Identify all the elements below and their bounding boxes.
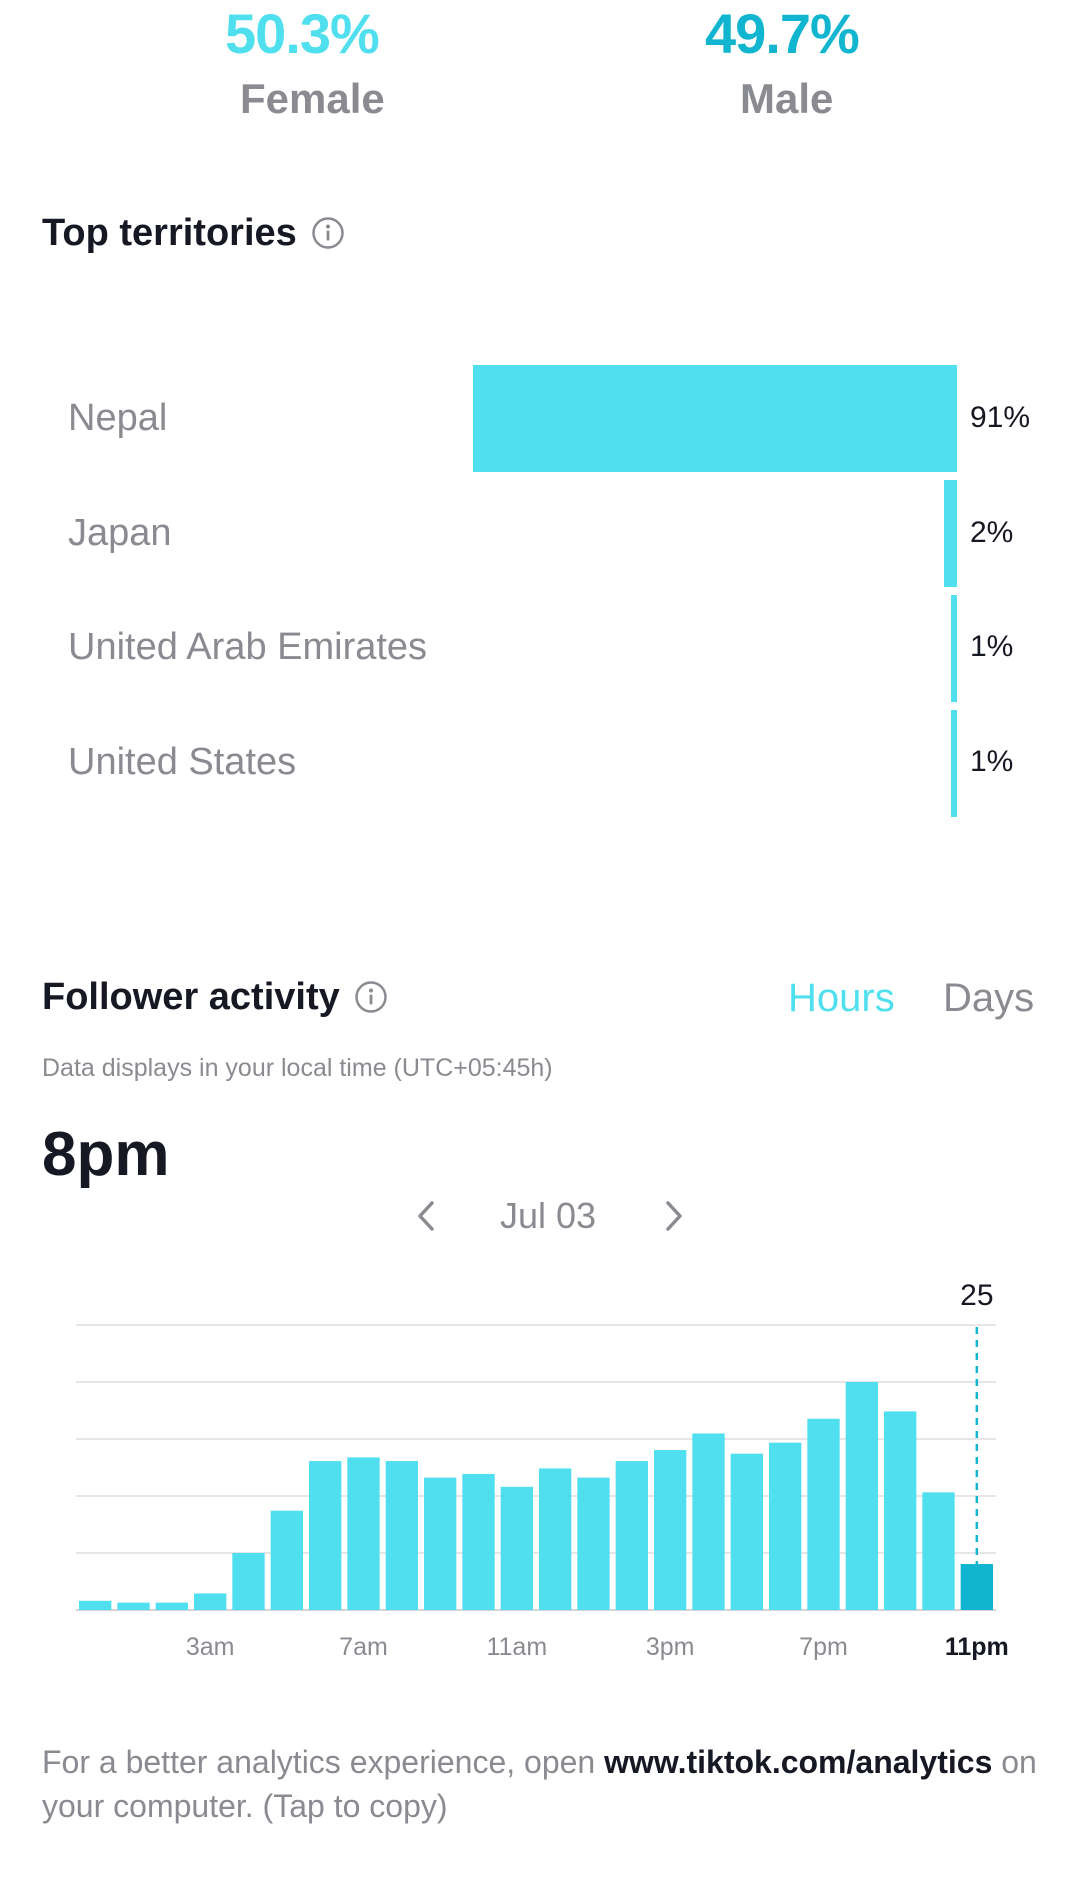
territory-bar [944,480,957,587]
days-toggle[interactable]: Days [943,978,1034,1018]
chart-bar [960,1564,993,1610]
territory-name: Nepal [68,397,168,439]
peak-hour: 8pm [42,1120,170,1189]
chart-bar [807,1418,840,1610]
territory-name: United Arab Emirates [68,626,428,668]
follower-activity-chart: 25 3am 7am 11am 3pm 7pm 11pm [76,1279,1009,1661]
chart-bar [462,1473,495,1610]
male-label: Male [740,75,834,122]
date-label: Jul 03 [500,1195,597,1236]
chart-bar [539,1468,572,1610]
chart-bar [232,1553,265,1610]
chart-bar [309,1461,342,1610]
territory-bar [473,365,957,472]
chevron-right-icon[interactable] [653,1196,693,1236]
territory-name: Japan [68,512,172,554]
chart-bar [500,1486,533,1610]
hours-toggle[interactable]: Hours [788,978,895,1018]
x-tick-label: 7am [339,1633,388,1661]
follower-activity-title: Follower activity [42,978,388,1016]
x-tick-label: 3pm [646,1633,695,1661]
chart-bar [615,1461,648,1610]
chart-bar [385,1461,418,1610]
territory-percentage: 1% [970,745,1014,778]
chart-bar [692,1433,725,1610]
chart-bar [194,1593,227,1610]
footer-text-before: For a better analytics experience, open [42,1744,605,1780]
chart-bar [270,1510,303,1610]
chart-bar [577,1477,610,1610]
territory-percentage: 2% [970,516,1014,549]
chart-bar [79,1600,112,1610]
chart-bar [730,1453,763,1610]
chart-bar [424,1477,457,1610]
territory-name: United States [68,741,297,783]
x-tick-label: 11pm [945,1633,1009,1661]
chart-bar [922,1492,955,1610]
chart-bar [884,1411,917,1610]
info-icon[interactable] [354,980,388,1014]
timezone-note: Data displays in your local time (UTC+05… [42,1054,553,1082]
chevron-left-icon[interactable] [407,1196,447,1236]
chart-bar [845,1382,878,1610]
follower-activity-title-text: Follower activity [42,976,340,1018]
top-territories-title: Top territories [42,214,345,252]
chart-bar [769,1442,802,1610]
x-tick-label: 7pm [799,1633,848,1661]
female-label: Female [240,75,385,122]
chart-bar [117,1602,150,1610]
chart-bar [347,1457,380,1610]
x-tick-label: 3am [186,1633,235,1661]
x-tick-label: 11am [486,1633,547,1661]
chart-bar [654,1450,687,1610]
analytics-footer[interactable]: For a better analytics experience, open … [42,1740,1042,1828]
analytics-link[interactable]: www.tiktok.com/analytics [604,1744,992,1780]
selected-value-label: 25 [960,1279,993,1312]
info-icon[interactable] [311,216,345,250]
territory-percentage: 91% [970,401,1031,434]
top-territories-title-text: Top territories [42,212,297,254]
territory-bar [951,710,957,817]
chart-bar [155,1602,188,1610]
male-percentage: 49.7% [705,2,860,65]
female-percentage: 50.3% [225,2,380,65]
territory-bar [951,595,957,702]
territory-percentage: 1% [970,630,1014,663]
